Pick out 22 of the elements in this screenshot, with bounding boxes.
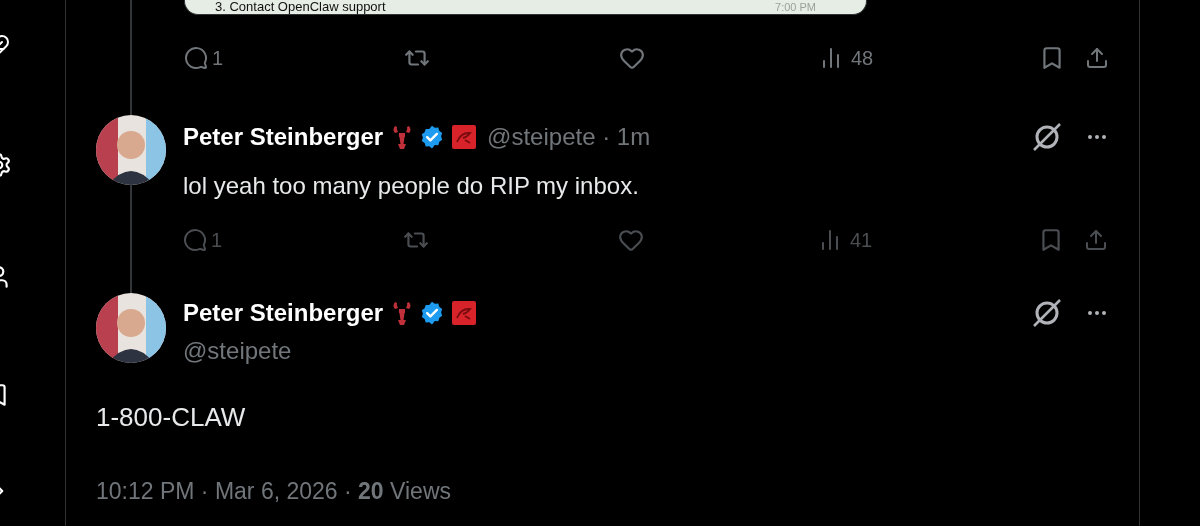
share-icon[interactable] xyxy=(1085,46,1109,70)
chat-message-text: 3. Contact OpenClaw support xyxy=(215,0,386,14)
like-icon[interactable] xyxy=(619,45,645,71)
speech-bubble-icon xyxy=(184,46,208,70)
affiliate-badge-icon xyxy=(451,124,478,150)
tweet-timestamp: 10:12 PM · Mar 6, 2026 · 20 Views xyxy=(96,477,452,505)
display-name[interactable]: Peter Steinberger xyxy=(183,119,384,155)
display-name[interactable]: Peter Steinberger xyxy=(183,295,384,331)
slashed-circle-icon[interactable] xyxy=(1031,297,1063,329)
reply-button[interactable]: 1 xyxy=(183,225,223,255)
speech-bubble-icon xyxy=(183,228,207,252)
handle-and-time: @steipete · 1m xyxy=(487,122,651,152)
views-button[interactable]: 41 xyxy=(818,225,873,255)
embedded-image[interactable]: 3. Contact OpenClaw support 7:00 PM xyxy=(184,0,867,15)
handle: @steipete xyxy=(183,337,293,365)
chat-message-time: 7:00 PM xyxy=(775,1,816,14)
views-button[interactable]: 48 xyxy=(819,43,874,73)
reply-text: lol yeah too many people do RIP my inbox. xyxy=(183,172,640,200)
tweet-text: 1-800-CLAW xyxy=(96,401,247,433)
slashed-circle-icon[interactable] xyxy=(1031,121,1063,153)
affiliate-badge-icon xyxy=(451,300,478,326)
reply-button[interactable]: 1 xyxy=(184,43,224,73)
